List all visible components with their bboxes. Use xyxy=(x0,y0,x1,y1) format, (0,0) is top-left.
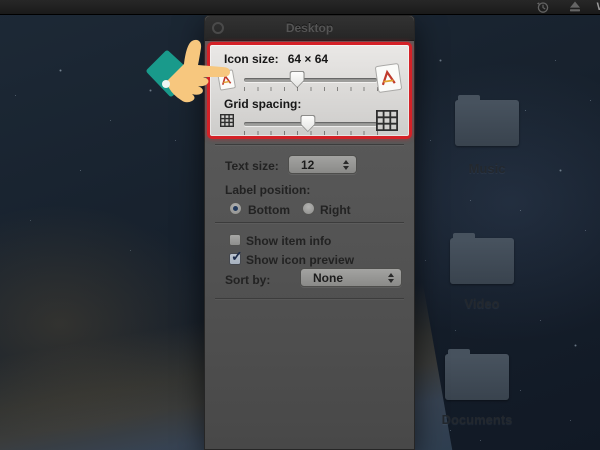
text-size-dropdown[interactable]: 12 xyxy=(288,155,357,174)
stepper-icon xyxy=(343,160,349,170)
divider xyxy=(215,222,404,223)
folder-video-label[interactable]: Video xyxy=(432,296,532,311)
divider xyxy=(215,298,404,299)
panel-title: Desktop xyxy=(205,21,414,35)
text-size-value: 12 xyxy=(289,158,343,172)
large-grid-icon xyxy=(376,110,398,131)
folder-documents[interactable] xyxy=(445,354,509,400)
sort-by-dropdown[interactable]: None xyxy=(300,268,402,287)
radio-selected-dot xyxy=(233,206,238,211)
radio-right[interactable] xyxy=(302,202,315,215)
folder-documents-label[interactable]: Documents xyxy=(427,412,527,427)
label-position-label: Label position: xyxy=(225,183,310,197)
show-icon-preview-label[interactable]: Show icon preview xyxy=(246,253,354,267)
grid-spacing-slider-ticks xyxy=(244,131,378,135)
folder-music-label[interactable]: Music xyxy=(437,161,537,176)
menu-bar: W xyxy=(0,0,600,15)
folder-video[interactable] xyxy=(450,238,514,284)
show-item-info-checkbox[interactable] xyxy=(229,234,241,246)
divider xyxy=(215,144,404,145)
time-machine-icon[interactable] xyxy=(527,0,559,15)
large-preview-icon xyxy=(374,62,403,93)
text-size-label: Text size: xyxy=(225,159,279,173)
checkmark-icon: ✓ xyxy=(231,248,243,265)
show-item-info-label[interactable]: Show item info xyxy=(246,234,331,248)
show-icon-preview-checkbox[interactable]: ✓ xyxy=(229,253,241,265)
sort-by-value: None xyxy=(301,271,388,285)
menu-clock-text[interactable]: W xyxy=(591,1,600,13)
grid-spacing-slider[interactable] xyxy=(244,122,377,126)
screen: Music Video Documents W Desktop xyxy=(0,0,600,450)
eject-icon[interactable] xyxy=(559,0,591,15)
icon-size-value: 64 × 64 xyxy=(288,52,328,66)
icon-size-slider-ticks xyxy=(244,87,378,91)
grid-spacing-slider-thumb[interactable] xyxy=(300,115,315,132)
icon-size-slider-thumb[interactable] xyxy=(290,71,305,88)
hand-pointer-icon xyxy=(146,36,241,111)
stepper-icon xyxy=(388,273,394,283)
folder-music[interactable] xyxy=(455,100,519,146)
radio-bottom-label[interactable]: Bottom xyxy=(248,203,290,217)
icon-size-slider[interactable] xyxy=(244,78,377,82)
radio-right-label[interactable]: Right xyxy=(320,203,351,217)
small-grid-icon xyxy=(220,114,234,127)
radio-bottom[interactable] xyxy=(229,202,242,215)
sort-by-label: Sort by: xyxy=(225,273,270,287)
